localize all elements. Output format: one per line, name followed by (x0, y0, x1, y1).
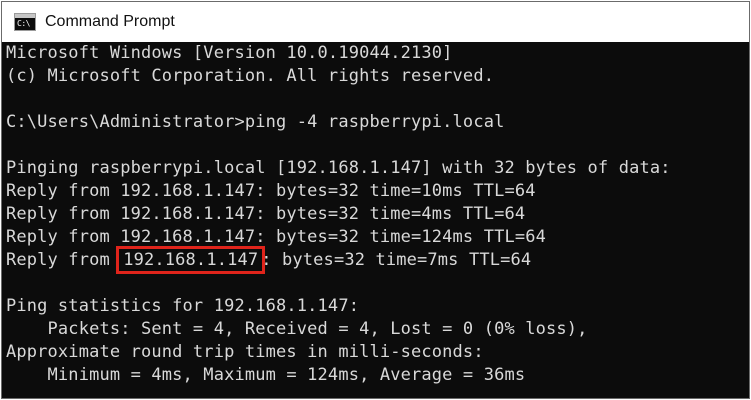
console-reply-line: Reply from 192.168.1.147: bytes=32 time=… (6, 181, 536, 201)
console-stats-line: Packets: Sent = 4, Received = 4, Lost = … (6, 319, 588, 339)
console-reply-line: Reply from 192.168.1.147: bytes=32 time=… (6, 204, 526, 224)
command-prompt-window: C:\ Command Prompt Microsoft Windows [Ve… (1, 1, 750, 399)
title-bar[interactable]: C:\ Command Prompt (2, 2, 749, 42)
console-stats-line: Approximate round trip times in milli-se… (6, 342, 484, 362)
console-command-line: C:\Users\Administrator>ping -4 raspberry… (6, 112, 505, 132)
console-stats-line: Ping statistics for 192.168.1.147: (6, 296, 360, 316)
console-line: Pinging raspberrypi.local [192.168.1.147… (6, 158, 671, 178)
console-line: Microsoft Windows [Version 10.0.19044.21… (6, 43, 453, 63)
console-output[interactable]: Microsoft Windows [Version 10.0.19044.21… (2, 42, 749, 398)
console-stats-line: Minimum = 4ms, Maximum = 124ms, Average … (6, 365, 526, 385)
highlighted-ip-address: 192.168.1.147 (116, 246, 266, 274)
console-reply-line: Reply from 192.168.1.147: bytes=32 time=… (6, 227, 547, 247)
command-prompt-icon: C:\ (14, 13, 36, 31)
window-title: Command Prompt (45, 13, 175, 30)
reply-suffix: : bytes=32 time=7ms TTL=64 (261, 250, 532, 270)
reply-prefix: Reply from (6, 250, 121, 270)
console-line: (c) Microsoft Corporation. All rights re… (6, 66, 495, 86)
console-reply-line-highlighted: Reply from 192.168.1.147: bytes=32 time=… (2, 246, 749, 274)
